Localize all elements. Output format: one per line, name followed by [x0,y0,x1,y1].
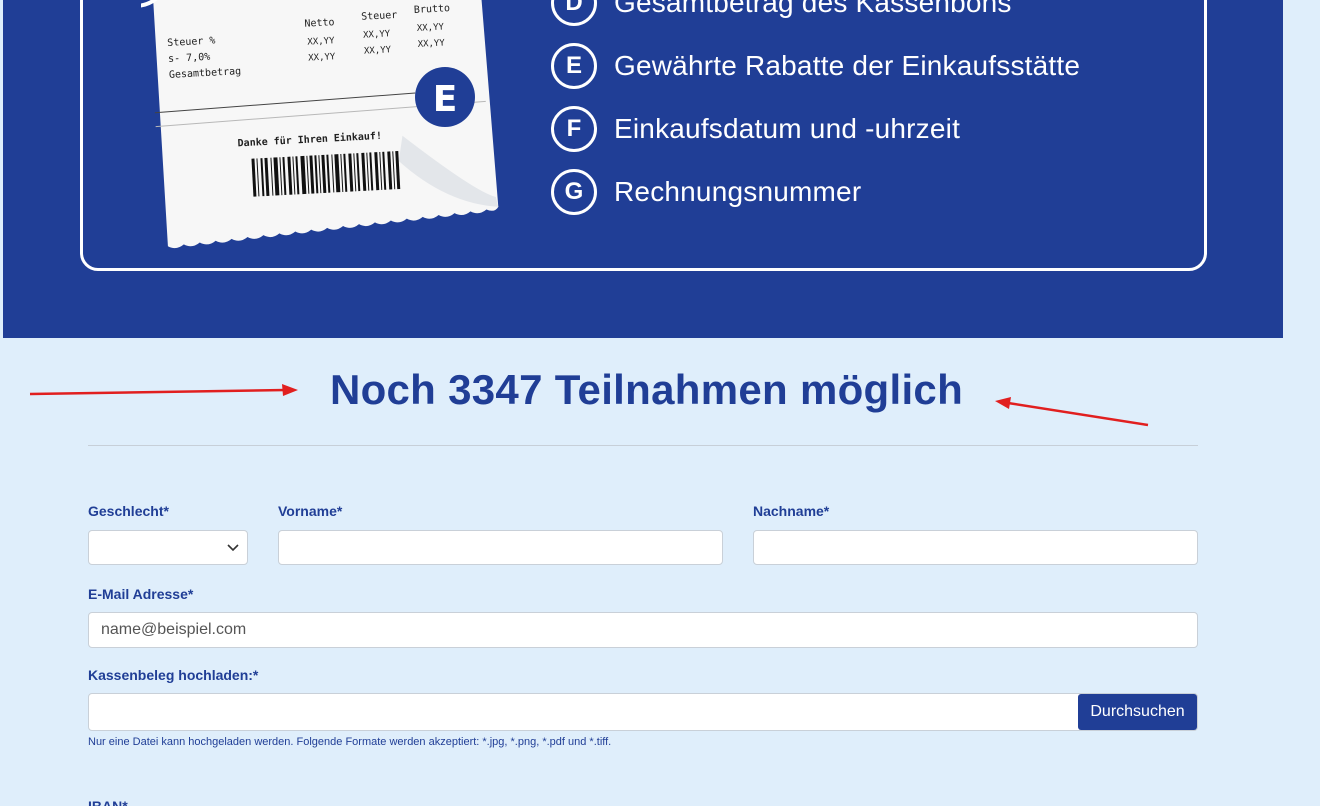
chevron-down-icon [227,543,239,551]
lastname-input[interactable] [753,530,1198,565]
upload-hint: Nur eine Datei kann hochgeladen werden. … [88,736,612,748]
section-divider [88,445,1198,446]
receipt-value: XX,YY [417,22,445,33]
browse-button[interactable]: Durchsuchen [1078,694,1197,730]
legend-badge: F [551,106,597,152]
receipt-value: XX,YY [364,45,392,56]
firstname-input[interactable] [278,530,723,565]
firstname-label: Vorname* [278,503,343,519]
receipt-col-steuer: Steuer [361,10,398,23]
legend-item-d: D Gesamtbetrag des Kassenbons [551,0,1080,26]
svg-text:E: E [433,79,458,120]
legend-item-e: E Gewährte Rabatte der Einkaufsstätte [551,43,1080,89]
receipt-value: XX,YY [363,29,391,40]
legend-item-g: G Rechnungsnummer [551,169,1080,215]
legend-badge: D [551,0,597,26]
receipt-illustration: Steuer % s- 7,0% Gesamtbetrag Netto Steu… [141,0,499,249]
receipt-rate-label: s- 7,0% [168,52,211,65]
participation-counter: Noch 3347 Teilnahmen möglich [329,366,964,413]
legend-text: Rechnungsnummer [614,176,862,207]
email-label: E-Mail Adresse* [88,586,194,602]
email-input[interactable]: name@beispiel.com [88,612,1198,648]
receipt-value: XX,YY [308,52,336,63]
receipt-info-banner: Steuer % s- 7,0% Gesamtbetrag Netto Steu… [3,0,1283,338]
legend-list: D Gesamtbetrag des Kassenbons E Gewährte… [551,0,1080,232]
receipt-col-netto: Netto [304,17,335,30]
email-placeholder: name@beispiel.com [101,621,247,638]
legend-item-f: F Einkaufsdatum und -uhrzeit [551,106,1080,152]
upload-label: Kassenbeleg hochladen:* [88,667,259,683]
gender-select[interactable] [88,530,248,565]
legend-text: Gewährte Rabatte der Einkaufsstätte [614,50,1081,81]
legend-badge: E [551,43,597,89]
receipt-col-brutto: Brutto [414,3,451,16]
legend-text: Einkaufsdatum und -uhrzeit [614,113,961,144]
iban-label: IBAN* [88,798,128,806]
legend-badge: G [551,169,597,215]
receipt-badge-e: E [415,67,475,127]
gender-label: Geschlecht* [88,503,169,519]
legend-text: Gesamtbetrag des Kassenbons [614,0,1012,18]
receipt-value: XX,YY [417,38,445,49]
upload-file-input[interactable] [88,693,1198,731]
receipt-value: XX,YY [307,36,335,47]
lastname-label: Nachname* [753,503,830,519]
